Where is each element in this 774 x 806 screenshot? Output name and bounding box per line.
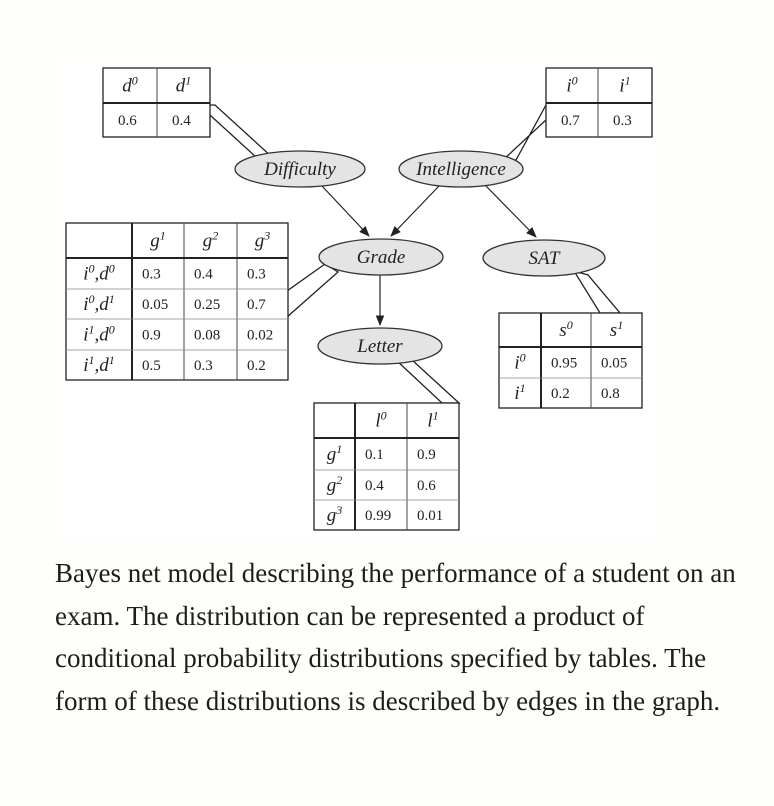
letter-table-cell: 0.9 xyxy=(417,447,436,463)
bayes-net-figure: DifficultyIntelligenceGradeSATLetter d0​… xyxy=(55,58,660,538)
intelligence-table-cell: 0.3 xyxy=(613,113,632,129)
edge-intelligence-grade xyxy=(390,185,440,237)
letter-table-cell: 0.99 xyxy=(365,508,391,524)
table-layer: d0​d1​0.60.4i0​i1​0.70.3g1​g2​g3​i0​,d0​… xyxy=(65,67,653,531)
grade-table-cell: 0.02 xyxy=(247,328,273,344)
difficulty-table-cell: 0.4 xyxy=(172,113,191,129)
grade-table-cell: 0.3 xyxy=(194,358,213,374)
grade-table-cell: 0.3 xyxy=(247,267,266,283)
sat-cpt-table: s0​s1​i0​0.950.05i1​0.20.8 xyxy=(498,312,643,409)
grade-table-cell: 0.5 xyxy=(142,358,161,374)
grade-cpt-table: g1​g2​g3​i0​,d0​0.30.40.3i0​,d1​0.050.25… xyxy=(65,222,289,381)
grade-table-cell: 0.05 xyxy=(142,297,168,313)
intelligence-node-label: Intelligence xyxy=(415,159,506,180)
sat-node-label: SAT xyxy=(529,248,561,269)
difficulty-node: Difficulty xyxy=(234,150,366,188)
figure-caption: Bayes net model describing the performan… xyxy=(55,558,736,716)
letter-table-cell: 0.6 xyxy=(417,478,436,494)
letter-node: Letter xyxy=(317,327,443,365)
grade-table-cell: 0.2 xyxy=(247,358,266,374)
grade-table-cell: 0.08 xyxy=(194,328,220,344)
grade-table-callout xyxy=(286,263,340,319)
grade-node: Grade xyxy=(318,238,444,276)
letter-table-cell: 0.01 xyxy=(417,508,443,524)
difficulty-cpt-table: d0​d1​0.60.4 xyxy=(102,67,211,138)
sat-table-cell: 0.8 xyxy=(601,386,620,402)
intelligence-cpt-table: i0​i1​0.70.3 xyxy=(545,67,653,138)
letter-table-callout xyxy=(394,359,461,404)
letter-cpt-table: l0​l1​g1​0.10.9g2​0.40.6g3​0.990.01 xyxy=(313,402,460,531)
grade-table-cell: 0.3 xyxy=(142,267,161,283)
sat-table-cell: 0.95 xyxy=(551,356,577,372)
grade-table-cell: 0.9 xyxy=(142,328,161,344)
grade-node-label: Grade xyxy=(357,247,406,268)
grade-table-cell: 0.7 xyxy=(247,297,266,313)
edge-intelligence-sat xyxy=(485,185,537,238)
difficulty-node-label: Difficulty xyxy=(263,159,336,180)
sat-table-callout xyxy=(572,269,622,314)
sat-table-cell: 0.2 xyxy=(551,386,570,402)
grade-table-cell: 0.25 xyxy=(194,297,220,313)
grade-table-cell: 0.4 xyxy=(194,267,213,283)
bayes-net-diagram: DifficultyIntelligenceGradeSATLetter d0​… xyxy=(65,67,653,531)
sat-node: SAT xyxy=(482,239,606,277)
intelligence-table-cell: 0.7 xyxy=(561,113,580,129)
difficulty-table-cell: 0.6 xyxy=(118,113,137,129)
edge-difficulty-grade xyxy=(321,185,370,237)
letter-table-cell: 0.4 xyxy=(365,478,384,494)
sat-table-cell: 0.05 xyxy=(601,356,627,372)
letter-node-label: Letter xyxy=(356,336,403,357)
letter-table-cell: 0.1 xyxy=(365,447,384,463)
intelligence-node: Intelligence xyxy=(398,150,524,188)
